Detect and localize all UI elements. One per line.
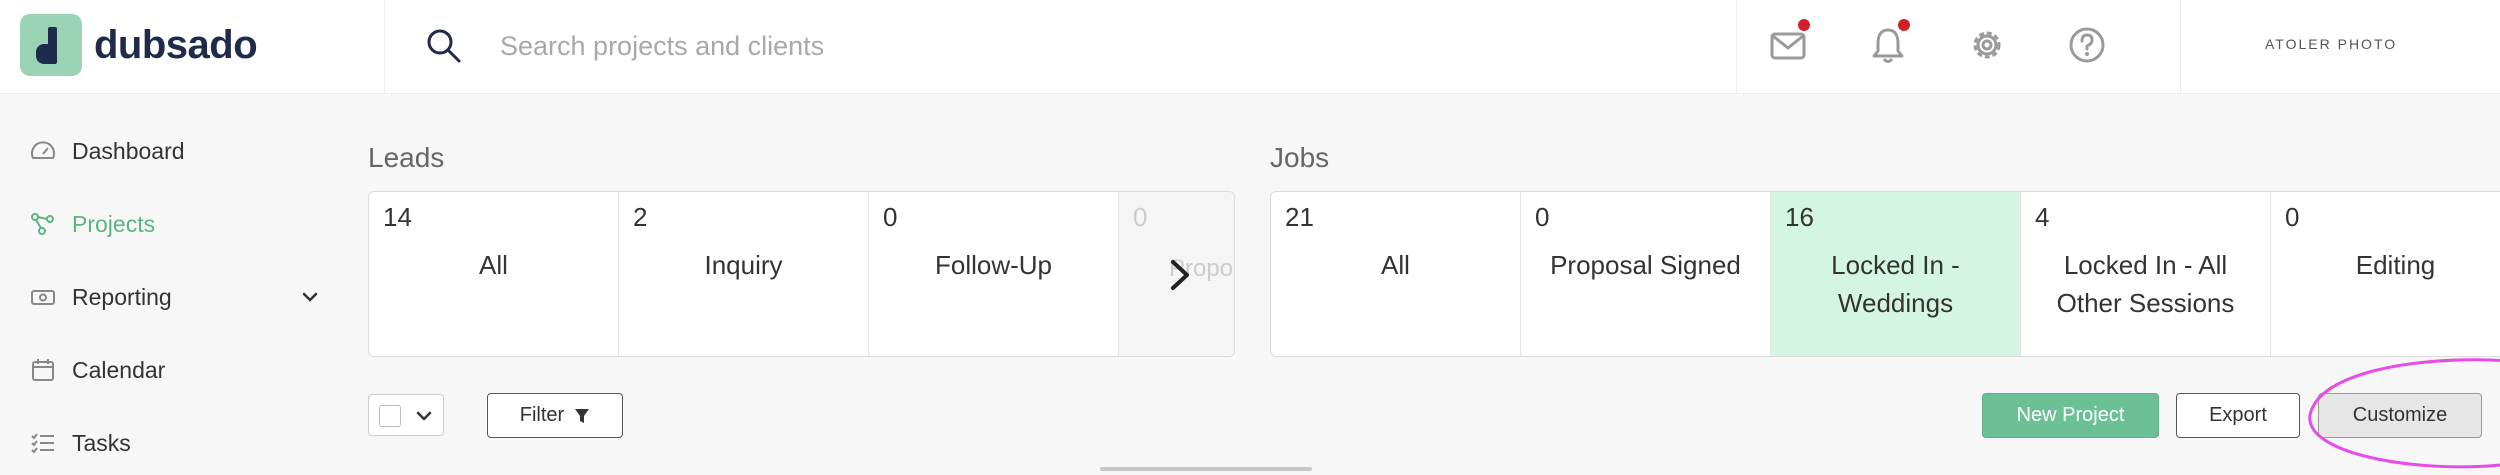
- stat-count: 21: [1285, 202, 1314, 232]
- jobs-stat-locked-in-weddings[interactable]: 16 Locked In - Weddings: [1771, 192, 2021, 356]
- stat-label: All: [1381, 250, 1410, 280]
- stat-label: Locked In - Weddings: [1831, 250, 1960, 318]
- mail-notification-dot: [1798, 19, 1810, 31]
- sidebar-item-calendar[interactable]: Calendar: [30, 350, 320, 390]
- stat-count: 14: [383, 202, 412, 232]
- bell-notification-dot: [1898, 19, 1910, 31]
- account-name[interactable]: ATOLER PHOTO: [2265, 36, 2397, 52]
- stat-label: Locked In - All Other Sessions: [2056, 250, 2235, 318]
- sidebar-item-label: Calendar: [72, 356, 166, 383]
- logo[interactable]: dubsado: [20, 14, 258, 76]
- leads-stat-follow-up[interactable]: 0 Follow-Up: [869, 192, 1119, 356]
- search-icon[interactable]: [424, 26, 464, 66]
- jobs-stat-locked-in-other[interactable]: 4 Locked In - All Other Sessions: [2021, 192, 2271, 356]
- horizontal-scrollbar[interactable]: [1100, 467, 1312, 471]
- help-icon[interactable]: [2066, 24, 2108, 66]
- sidebar-item-label: Reporting: [72, 283, 172, 310]
- filter-button-label: Filter: [519, 404, 565, 426]
- stat-count: 0: [1133, 202, 1148, 232]
- leads-stat-inquiry[interactable]: 2 Inquiry: [619, 192, 869, 356]
- stat-count: 2: [633, 202, 648, 232]
- sidebar-item-label: Tasks: [72, 429, 131, 456]
- reporting-icon: [31, 290, 55, 305]
- stat-label: All: [479, 250, 508, 280]
- header-divider: [2180, 0, 2181, 94]
- leads-stats: 14 All 2 Inquiry 0 Follow-Up 0 Propo: [368, 191, 1235, 357]
- logo-text: dubsado: [94, 22, 258, 67]
- stat-label: Inquiry: [704, 250, 783, 280]
- leads-stat-all[interactable]: 14 All: [369, 192, 619, 356]
- chevron-down-icon[interactable]: [300, 287, 320, 307]
- export-button[interactable]: Export: [2176, 393, 2300, 438]
- sidebar-item-tasks[interactable]: Tasks: [30, 423, 320, 463]
- sidebar-item-dashboard[interactable]: Dashboard: [30, 131, 320, 171]
- top-bar: dubsado ATOLER PHOTO: [0, 0, 2500, 94]
- new-project-button[interactable]: New Project: [1982, 393, 2159, 438]
- stat-count: 0: [1535, 202, 1550, 232]
- stat-label: Proposal Signed: [1550, 250, 1741, 280]
- jobs-stats: 21 All 0 Proposal Signed 16 Locked In - …: [1270, 191, 2500, 357]
- sidebar-item-projects[interactable]: Projects: [30, 204, 320, 244]
- calendar-icon: [32, 359, 54, 381]
- jobs-stat-all[interactable]: 21 All: [1271, 192, 1521, 356]
- logo-mark: [20, 14, 82, 76]
- filter-button[interactable]: Filter: [487, 393, 623, 438]
- projects-icon: [31, 213, 54, 235]
- chevron-right-icon[interactable]: [1160, 250, 1200, 300]
- header-divider: [384, 0, 385, 94]
- stat-count: 4: [2035, 202, 2050, 232]
- gear-icon[interactable]: [1966, 24, 2008, 66]
- customize-button[interactable]: Customize: [2318, 393, 2482, 438]
- sidebar-item-label: Projects: [72, 210, 156, 237]
- sidebar-item-reporting[interactable]: Reporting: [30, 277, 320, 317]
- stat-count: 0: [2285, 202, 2300, 232]
- header-divider: [1736, 0, 1737, 94]
- stat-count: 16: [1785, 202, 1814, 232]
- tasks-icon: [31, 433, 54, 454]
- speedometer-icon: [31, 141, 55, 159]
- jobs-title: Jobs: [1270, 142, 1330, 173]
- stat-label: Editing: [2355, 250, 2436, 280]
- select-all-dropdown[interactable]: [368, 394, 444, 436]
- jobs-stat-proposal-signed[interactable]: 0 Proposal Signed: [1521, 192, 1771, 356]
- stat-count: 0: [883, 202, 898, 232]
- select-all-checkbox[interactable]: [379, 405, 401, 427]
- leads-title: Leads: [368, 142, 445, 173]
- jobs-stat-editing[interactable]: 0 Editing: [2271, 192, 2500, 356]
- search-input[interactable]: [500, 24, 1200, 68]
- stat-label: Follow-Up: [934, 250, 1053, 280]
- chevron-down-icon[interactable]: [415, 407, 433, 425]
- filter-icon: [575, 408, 590, 423]
- sidebar-item-label: Dashboard: [72, 137, 185, 164]
